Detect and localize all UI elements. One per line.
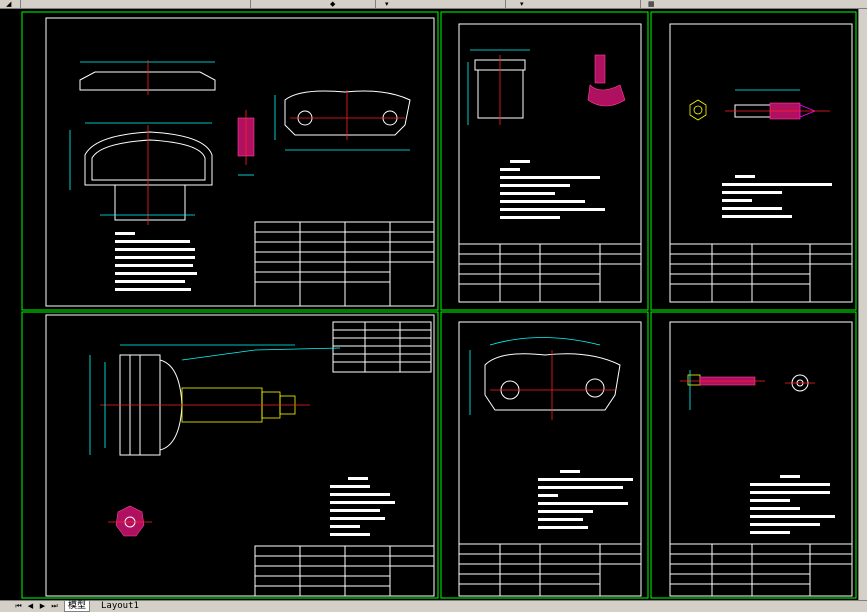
toolbar-separator xyxy=(20,0,21,8)
toolbar-separator xyxy=(375,0,376,8)
title-block xyxy=(458,543,642,597)
title-block xyxy=(254,221,435,307)
brake-pad-section xyxy=(237,110,255,176)
title-block xyxy=(254,545,435,597)
shaft-part-view xyxy=(89,344,341,456)
clip-part-view xyxy=(467,49,626,125)
sheet-border xyxy=(669,321,853,597)
last-tab-icon[interactable]: ⏭ xyxy=(50,602,59,611)
sheet-frame xyxy=(21,311,439,599)
sheet-frame xyxy=(440,11,649,311)
tech-notes xyxy=(330,477,395,536)
title-block xyxy=(458,243,642,303)
backing-plate-outline xyxy=(469,337,621,420)
tab-model[interactable]: 模型 xyxy=(64,601,91,612)
toolbar-icon[interactable]: ◆ xyxy=(330,0,335,8)
backing-plate-view xyxy=(274,90,411,151)
layout-tab-bar: ⏮ ◀ ▶ ⏭ 模型 Layout1 xyxy=(0,600,867,612)
tech-notes xyxy=(500,160,605,219)
shaft-section-view xyxy=(108,505,152,537)
brake-pad-top-view xyxy=(79,60,216,95)
toolbar-separator xyxy=(505,0,506,8)
sheet-border xyxy=(45,314,435,597)
toolbar-separator xyxy=(640,0,641,8)
prev-tab-icon[interactable]: ◀ xyxy=(26,602,35,611)
toolbar-separator xyxy=(250,0,251,8)
sheet-frame xyxy=(650,311,857,599)
sheet-border xyxy=(458,23,642,303)
toolbar-icon[interactable]: ▾ xyxy=(385,0,389,8)
sheet-frame xyxy=(650,11,857,311)
title-block xyxy=(669,243,853,303)
toolbar-icon[interactable]: ◢ xyxy=(6,0,11,8)
small-pin-view xyxy=(680,370,815,410)
sheet-border xyxy=(669,23,853,303)
pin-part-view xyxy=(689,89,830,121)
tech-notes xyxy=(750,475,835,534)
sheet-frame xyxy=(21,11,439,311)
parameter-table xyxy=(332,321,432,373)
tech-notes xyxy=(115,232,197,291)
vertical-scrollbar[interactable] xyxy=(858,9,867,600)
drawing-canvas[interactable] xyxy=(0,9,858,600)
title-block xyxy=(669,543,853,597)
tech-notes xyxy=(538,470,633,529)
brake-pad-front-view xyxy=(69,122,213,225)
next-tab-icon[interactable]: ▶ xyxy=(38,602,47,611)
toolbar-icon[interactable]: ▦ xyxy=(648,0,655,8)
cad-drawing xyxy=(21,11,857,599)
tech-notes xyxy=(722,175,832,218)
first-tab-icon[interactable]: ⏮ xyxy=(14,602,23,611)
toolbar-icon[interactable]: ▾ xyxy=(520,0,524,8)
sheet-border xyxy=(45,17,435,307)
sheet-border xyxy=(458,321,642,597)
tab-layout1[interactable]: Layout1 xyxy=(98,601,142,611)
toolbar: ◢ ◆ ▾ ▾ ▦ xyxy=(0,0,867,9)
